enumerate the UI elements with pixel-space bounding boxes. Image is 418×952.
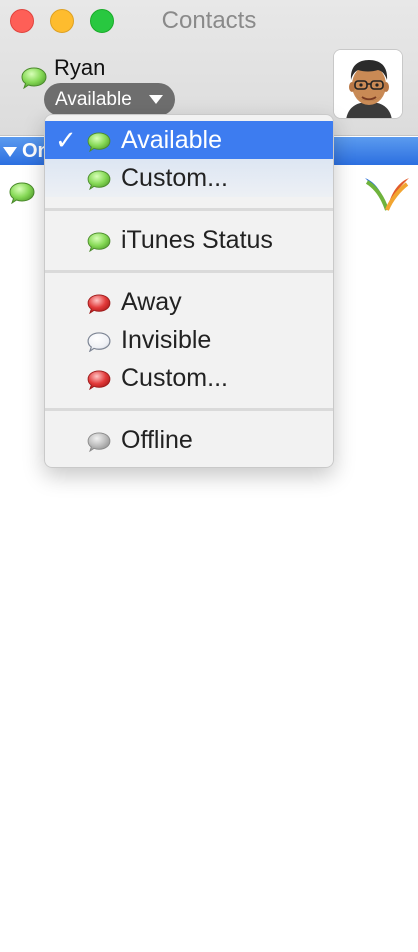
menu-separator: [45, 408, 333, 411]
menu-item-label: iTunes Status: [121, 226, 273, 254]
gray-status-icon: [87, 432, 111, 452]
user-name: Ryan: [54, 55, 106, 80]
red-status-icon: [87, 294, 111, 314]
red-status-icon: [87, 370, 111, 390]
menu-item-custom-available[interactable]: Custom...: [45, 159, 333, 197]
clear-status-icon: [87, 332, 111, 352]
menu-item-label: Offline: [121, 426, 193, 454]
menu-item-label: Custom...: [121, 164, 228, 192]
chevron-down-icon: [149, 95, 163, 104]
menu-item-itunes-status[interactable]: iTunes Status: [45, 221, 333, 259]
menu-item-label: Away: [121, 288, 182, 316]
status-dropdown-label: Available: [55, 89, 132, 110]
status-dropdown[interactable]: Available: [44, 83, 175, 116]
menu-item-away[interactable]: Away: [45, 283, 333, 321]
green-status-icon: [87, 232, 111, 252]
menu-item-label: Available: [121, 126, 223, 154]
avatar[interactable]: [333, 49, 403, 119]
memoji-avatar-icon: [334, 50, 402, 118]
x-service-icon: [365, 178, 409, 211]
green-status-icon: [87, 132, 111, 152]
menu-separator: [45, 208, 333, 211]
window-title: Contacts: [161, 7, 257, 34]
checkmark-icon: ✓: [55, 125, 77, 155]
menu-item-label: Invisible: [121, 326, 212, 354]
menu-item-offline[interactable]: Offline: [45, 421, 333, 459]
status-menu: ✓ Available Custom... iTunes Status Away…: [44, 114, 334, 468]
menu-separator: [45, 270, 333, 273]
status-bubble-icon: [9, 182, 35, 204]
green-status-icon: [87, 170, 111, 190]
menu-item-custom-away[interactable]: Custom...: [45, 359, 333, 397]
disclosure-triangle-icon[interactable]: [3, 147, 17, 157]
menu-item-invisible[interactable]: Invisible: [45, 321, 333, 359]
contacts-window: Contacts Ryan Available ✓ Available Cust…: [0, 0, 418, 952]
menu-item-label: Custom...: [121, 364, 228, 392]
status-bubble-icon: [21, 67, 47, 89]
menu-item-available[interactable]: ✓ Available: [45, 121, 333, 159]
